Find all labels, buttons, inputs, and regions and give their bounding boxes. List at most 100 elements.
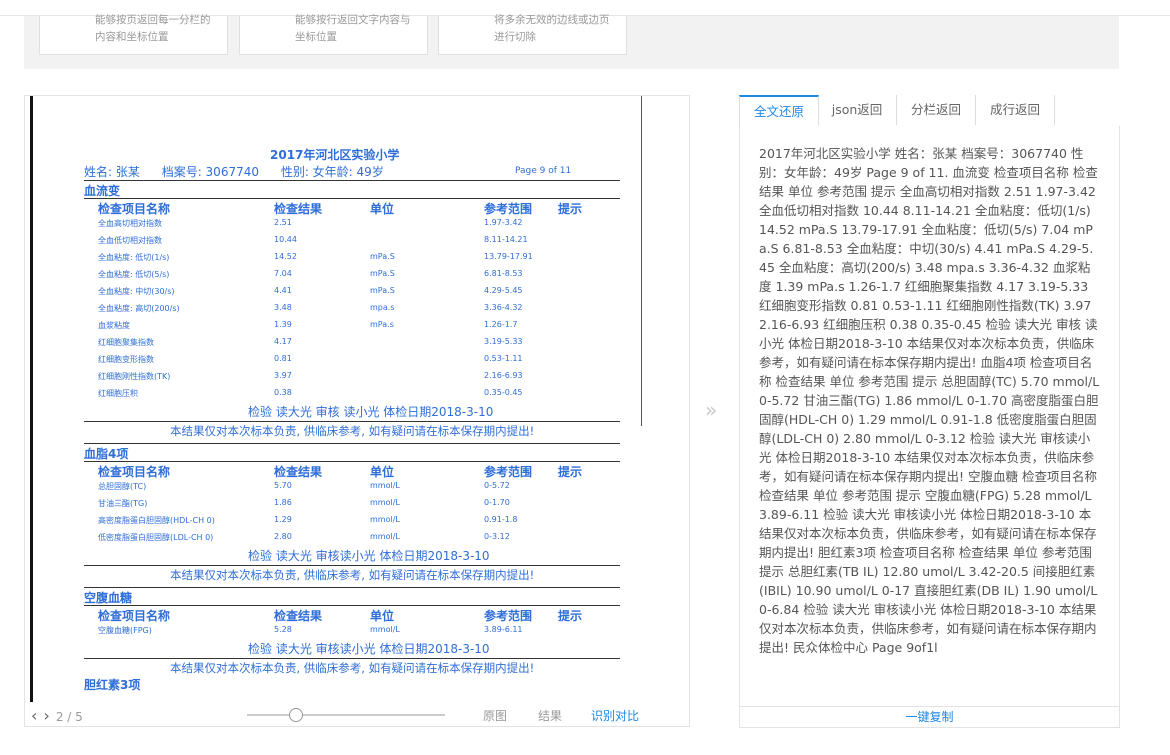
original-image-button[interactable]: 原图 xyxy=(483,707,507,724)
doc-cell: 4.41 xyxy=(274,286,292,295)
prev-page-icon[interactable]: ‹ xyxy=(31,706,37,725)
pager: ‹ › 2 / 5 xyxy=(31,706,83,725)
doc-cell: 全血高切相对指数 xyxy=(98,219,162,228)
doc-cell: mPa.S xyxy=(370,286,395,295)
doc-cell: 红细胞聚集指数 xyxy=(98,338,154,347)
zoom-slider-track[interactable] xyxy=(247,714,445,716)
feature-strip: 能够按页返回每一分栏的 内容和坐标位置 能够按行返回文字内容与 坐标位置 将多余… xyxy=(24,14,1119,69)
doc-rule xyxy=(84,587,620,588)
scanned-document: 2017年河北区实验小学 姓名: 张某 档案号: 3067740 性别: 女年龄… xyxy=(30,96,653,708)
doc-cell: 0-5.72 xyxy=(484,481,510,490)
doc-rule xyxy=(84,443,620,444)
doc-section-title: 胆红素3项 xyxy=(84,678,141,692)
result-panel[interactable]: 2017年河北区实验小学 姓名：张某 档案号：3067740 性别：女年龄：49… xyxy=(739,126,1120,707)
doc-cell: mpa.s xyxy=(370,303,395,312)
tab-full-text[interactable]: 全文还原 xyxy=(739,95,819,128)
copy-button[interactable]: 一键复制 xyxy=(740,708,1119,725)
doc-table-row: 甘油三酯(TG) 1.86 mmol/L 0-1.70 xyxy=(98,498,568,514)
doc-title: 2017年河北区实验小学 xyxy=(270,148,400,162)
doc-rule xyxy=(84,461,620,462)
result-tabs: 全文还原 json返回 分栏返回 成行返回 xyxy=(739,95,1118,128)
zoom-slider-knob[interactable] xyxy=(289,708,303,722)
doc-rule xyxy=(84,565,620,566)
doc-col-header: 参考范围 xyxy=(484,465,533,479)
doc-cell: 红细胞变形指数 xyxy=(98,355,154,364)
result-button[interactable]: 结果 xyxy=(538,707,562,724)
doc-col-header: 检查项目名称 xyxy=(98,465,171,479)
tab-json[interactable]: json返回 xyxy=(818,95,897,125)
doc-table-row: 红细胞聚集指数 4.17 3.19-5.33 xyxy=(98,337,568,353)
doc-cell: 4.29-5.45 xyxy=(484,286,523,295)
doc-cell: 3.48 xyxy=(274,303,292,312)
next-page-icon[interactable]: › xyxy=(43,706,49,725)
doc-table-row: 全血低切相对指数 10.44 8.11-14.21 xyxy=(98,235,568,251)
doc-cell: 全血粘度: 中切(30/s) xyxy=(98,287,175,296)
doc-cell: 10.44 xyxy=(274,235,297,244)
doc-table-row: 总胆固醇(TC) 5.70 mmol/L 0-5.72 xyxy=(98,481,568,497)
doc-cell: mmol/L xyxy=(370,481,400,490)
doc-cell: 空腹血糖(FPG) xyxy=(98,626,152,635)
doc-table-row: 空腹血糖(FPG) 5.28 mmol/L 3.89-6.11 xyxy=(98,625,568,641)
doc-col-header: 单位 xyxy=(370,465,395,479)
doc-section-title: 血脂4项 xyxy=(84,447,129,461)
doc-disclaimer: 本结果仅对本次标本负责, 供临床参考, 如有疑问请在标本保存期内提出! xyxy=(170,568,535,582)
doc-cell: 0-1.70 xyxy=(484,498,510,507)
doc-cell: 甘油三酯(TG) xyxy=(98,499,148,508)
double-chevron-right-icon: » xyxy=(705,398,718,422)
doc-cell: mPa.S xyxy=(370,252,395,261)
feature-desc: 能够按行返回文字内容与 坐标位置 xyxy=(295,14,411,43)
doc-table-row: 红细胞刚性指数(TK) 3.97 2.16-6.93 xyxy=(98,371,568,387)
tab-lines[interactable]: 成行返回 xyxy=(976,95,1055,125)
doc-col-header: 检查结果 xyxy=(274,202,323,216)
doc-cell: 6.81-8.53 xyxy=(484,269,523,278)
doc-name: 姓名: 张某 xyxy=(84,165,140,179)
doc-cell: 0.91-1.8 xyxy=(484,515,518,524)
doc-cell: 4.17 xyxy=(274,337,292,346)
feature-card-line: 能够按行返回文字内容与 坐标位置 xyxy=(239,14,428,55)
doc-cell: 全血低切相对指数 xyxy=(98,236,162,245)
document-viewer[interactable]: 2017年河北区实验小学 姓名: 张某 档案号: 3067740 性别: 女年龄… xyxy=(24,95,690,727)
feature-card-column: 能够按页返回每一分栏的 内容和坐标位置 xyxy=(39,14,228,55)
doc-cell: mmol/L xyxy=(370,625,400,634)
doc-rule xyxy=(84,421,620,422)
doc-rule xyxy=(84,658,620,659)
doc-col-header: 提示 xyxy=(558,609,583,623)
doc-cell: 8.11-14.21 xyxy=(484,235,528,244)
doc-section-title: 空腹血糖 xyxy=(84,591,133,605)
tab-columns[interactable]: 分栏返回 xyxy=(897,95,976,125)
doc-col-header: 提示 xyxy=(558,465,583,479)
doc-cell: 13.79-17.91 xyxy=(484,252,533,261)
doc-cell: 红细胞压积 xyxy=(98,389,138,398)
doc-col-header: 单位 xyxy=(370,609,395,623)
doc-cell: 1.97-3.42 xyxy=(484,218,523,227)
doc-cell: mPa.s xyxy=(370,320,394,329)
doc-cell: 2.80 xyxy=(274,532,292,541)
doc-rule xyxy=(84,198,620,199)
scan-edge xyxy=(30,96,33,708)
doc-cell: 2.16-6.93 xyxy=(484,371,523,380)
doc-col-header: 提示 xyxy=(558,202,583,216)
feature-card-crop: 将多余无效的边线或边页 进行切除 xyxy=(438,14,627,55)
doc-cell: mmol/L xyxy=(370,498,400,507)
doc-cell: 全血粘度: 高切(200/s) xyxy=(98,304,180,313)
doc-cell: 2.51 xyxy=(274,218,292,227)
doc-cell: 1.29 xyxy=(274,515,292,524)
doc-col-header: 检查结果 xyxy=(274,465,323,479)
doc-cell: 0.81 xyxy=(274,354,292,363)
doc-table-row: 全血粘度: 低切(1/s) 14.52 mPa.S 13.79-17.91 xyxy=(98,252,568,268)
doc-cell: mmol/L xyxy=(370,532,400,541)
doc-cell: 7.04 xyxy=(274,269,292,278)
viewer-toolbar: ‹ › 2 / 5 原图 结果 识别对比 xyxy=(25,702,689,726)
doc-cell: 3.89-6.11 xyxy=(484,625,523,634)
doc-table-row: 全血粘度: 中切(30/s) 4.41 mPa.S 4.29-5.45 xyxy=(98,286,568,302)
doc-cell: 总胆固醇(TC) xyxy=(98,482,147,491)
doc-cell: 0.38 xyxy=(274,388,292,397)
doc-cell: mPa.S xyxy=(370,269,395,278)
doc-disclaimer: 本结果仅对本次标本负责, 供临床参考, 如有疑问请在标本保存期内提出! xyxy=(170,661,535,675)
doc-rule xyxy=(84,180,620,181)
feature-desc: 能够按页返回每一分栏的 内容和坐标位置 xyxy=(95,14,211,43)
compare-button[interactable]: 识别对比 xyxy=(591,707,639,724)
doc-file-no: 档案号: 3067740 xyxy=(161,165,259,179)
doc-cell: 血浆粘度 xyxy=(98,321,130,330)
doc-cell: 3.97 xyxy=(274,371,292,380)
